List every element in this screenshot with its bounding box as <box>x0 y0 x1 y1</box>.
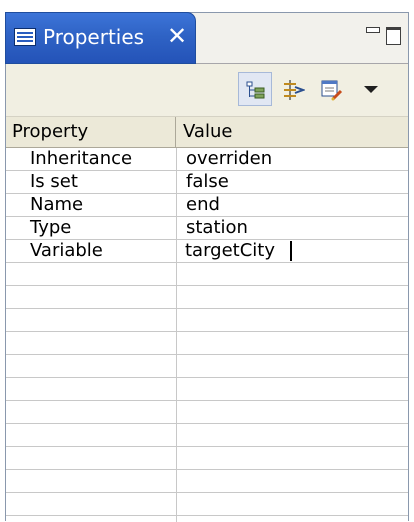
empty-row <box>6 378 408 401</box>
empty-row <box>6 286 408 309</box>
property-value[interactable]: false <box>186 171 229 193</box>
minimize-view-button[interactable] <box>366 27 380 33</box>
value-column-header[interactable]: Value <box>177 117 408 147</box>
empty-row <box>6 355 408 378</box>
empty-row <box>6 493 408 516</box>
empty-row <box>6 309 408 332</box>
text-caret <box>290 241 292 261</box>
tab-title: Properties <box>43 25 145 49</box>
maximize-view-button[interactable] <box>386 27 401 45</box>
empty-row <box>6 401 408 424</box>
empty-row <box>6 470 408 493</box>
property-name: Is set <box>30 171 78 192</box>
table-row[interactable]: Variable <box>6 240 408 263</box>
property-name: Name <box>30 194 84 215</box>
property-value[interactable]: end <box>186 194 220 216</box>
view-tab-bar: Properties ✕ <box>5 12 408 64</box>
property-name: Variable <box>30 240 103 261</box>
property-column-header[interactable]: Property <box>6 117 176 147</box>
properties-tab[interactable]: Properties ✕ <box>5 12 196 64</box>
table-row[interactable]: Is set false <box>6 171 408 194</box>
property-value-editor[interactable] <box>178 240 406 262</box>
show-advanced-properties-icon <box>284 80 305 100</box>
table-row[interactable]: Name end <box>6 194 408 217</box>
properties-view-icon <box>14 28 36 46</box>
show-categories-button[interactable] <box>238 72 272 106</box>
view-toolbar <box>6 64 408 117</box>
restore-default-button[interactable] <box>314 72 348 106</box>
empty-row <box>6 447 408 470</box>
property-value[interactable]: overriden <box>186 148 272 170</box>
table-row[interactable]: Type station <box>6 217 408 240</box>
empty-row <box>6 424 408 447</box>
empty-row <box>6 263 408 286</box>
restore-default-value-icon <box>321 80 343 101</box>
property-name: Inheritance <box>30 148 133 169</box>
show-categories-icon <box>246 81 265 99</box>
property-value[interactable]: station <box>186 217 248 239</box>
properties-view: Properties ✕ Property Value Inheritance … <box>5 12 409 522</box>
property-table-body: Inheritance overriden Is set false Name … <box>6 148 408 522</box>
view-menu-dropdown-icon <box>364 86 378 93</box>
close-tab-icon[interactable]: ✕ <box>167 22 187 50</box>
property-name: Type <box>30 217 72 238</box>
table-row[interactable]: Inheritance overriden <box>6 148 408 171</box>
show-advanced-properties-button[interactable] <box>276 72 310 106</box>
empty-row <box>6 332 408 355</box>
property-table-header: Property Value <box>6 117 408 148</box>
view-menu-button[interactable] <box>354 72 388 106</box>
